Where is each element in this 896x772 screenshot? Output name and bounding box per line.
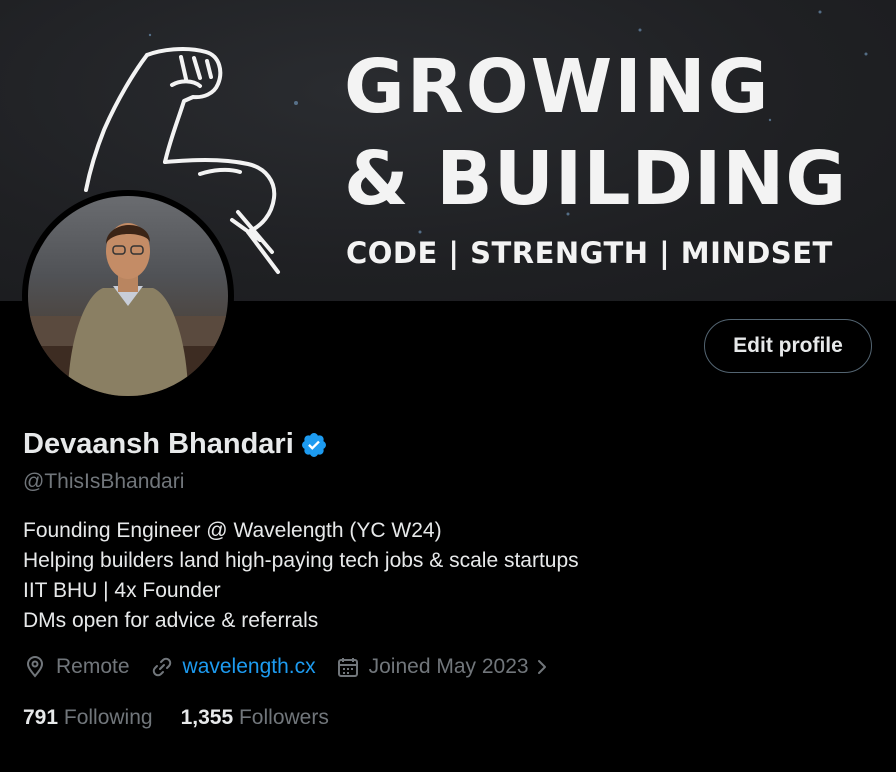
link-icon [152,657,171,677]
avatar[interactable] [22,190,234,402]
joined-item[interactable]: Joined May 2023 [336,655,551,679]
profile-meta: Remote wavelength.cx Joined May 2023 [23,655,571,679]
banner-headline-line2: & BUILDING [344,136,848,222]
following-count: 791 [23,706,64,729]
username-handle: @ThisIsBhandari [23,470,185,493]
avatar-photo [28,196,228,396]
location-item: Remote [23,655,130,679]
profile-name-row: Devaansh Bhandari [23,428,328,461]
bio-line: DMs open for advice & referrals [23,609,319,632]
following-link[interactable]: 791 Following [23,706,153,730]
website-item[interactable]: wavelength.cx [150,655,316,679]
banner-tagline: CODE | STRENGTH | MINDSET [346,236,833,270]
location-text: Remote [56,655,130,678]
bio-line: Founding Engineer @ Wavelength (YC W24) [23,519,442,542]
person-photo-icon [28,223,228,396]
following-label: Following [63,706,153,729]
followers-count: 1,355 [180,706,239,729]
joined-text: Joined May 2023 [368,655,529,678]
followers-label: Followers [238,706,329,729]
followers-link[interactable]: 1,355 Followers [181,706,329,730]
display-name: Devaansh Bhandari [23,428,294,460]
banner-headline-line1: GROWING [344,44,771,130]
calendar-icon [337,658,358,677]
edit-profile-button[interactable]: Edit profile [704,319,872,373]
profile-bio: Founding Engineer @ Wavelength (YC W24) … [23,516,579,636]
chevron-right-icon [537,660,546,674]
website-link[interactable]: wavelength.cx [183,655,316,679]
profile-stats: 791 Following 1,355 Followers [23,706,357,730]
bio-line: IIT BHU | 4x Founder [23,579,221,602]
bio-line: Helping builders land high-paying tech j… [23,549,579,572]
verified-badge-icon[interactable] [300,431,328,459]
location-pin-icon [26,656,44,678]
